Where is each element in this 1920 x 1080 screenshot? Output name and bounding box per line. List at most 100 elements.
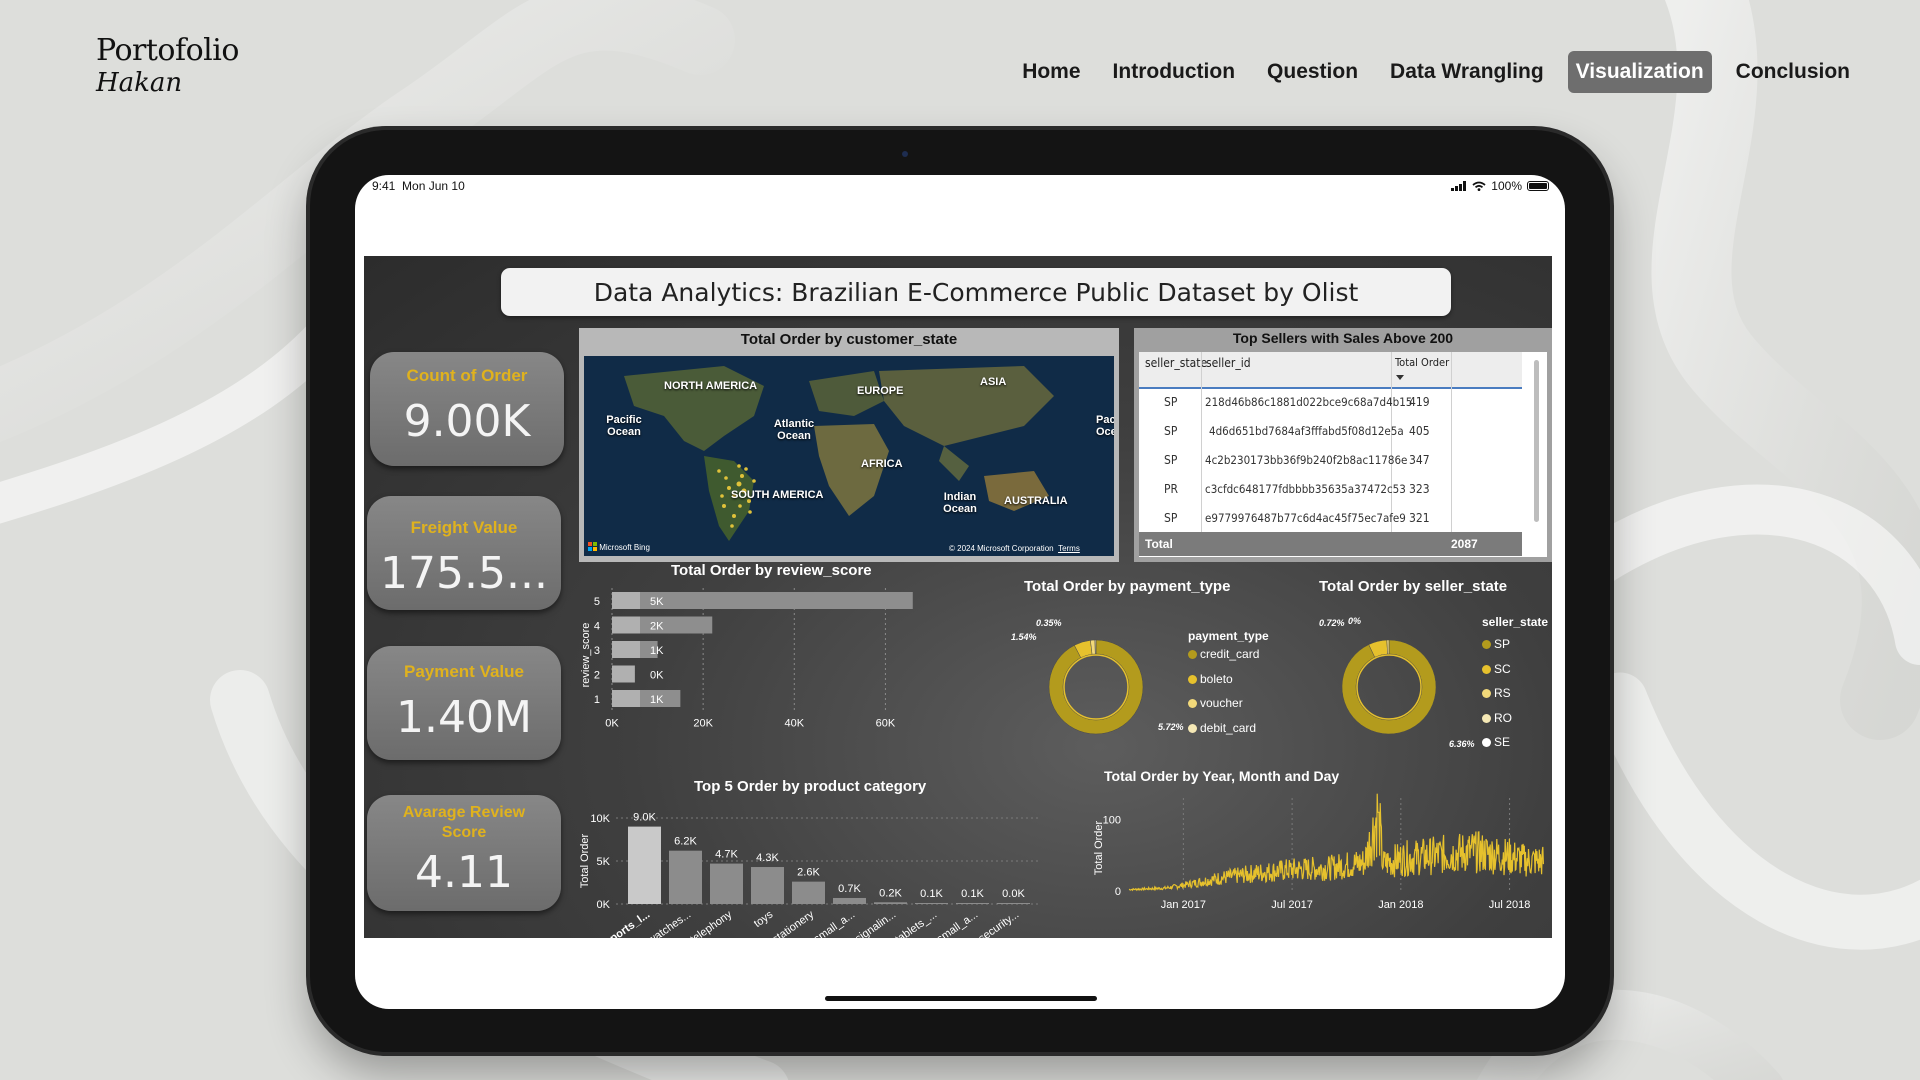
nav-visualization[interactable]: Visualization bbox=[1567, 51, 1712, 93]
cell-seller-id: c3cfdc648177fdbbbb35635a37472c53 bbox=[1205, 482, 1406, 496]
microsoft-logo-icon bbox=[588, 542, 597, 551]
y-tick-label: 100 bbox=[1103, 814, 1121, 826]
tablet-screen: 9:41 Mon Jun 10 100% Data Analytics: Bra… bbox=[355, 175, 1565, 1009]
donut-inner-ring bbox=[1063, 654, 1129, 720]
legend-item[interactable]: SE bbox=[1482, 735, 1510, 749]
nav-question[interactable]: Question bbox=[1259, 51, 1366, 93]
map-visual[interactable]: Total Order by customer_state NORTH AMER… bbox=[579, 328, 1119, 562]
review-bar-highlight bbox=[612, 616, 640, 634]
map-label-north-america: NORTH AMERICA bbox=[664, 380, 758, 392]
kpi-label: Avarage Review Score bbox=[402, 804, 526, 841]
category-bar bbox=[751, 867, 784, 904]
legend-marker-icon bbox=[1188, 674, 1197, 684]
kpi-freight-value[interactable]: Freight Value 175.5... bbox=[367, 496, 561, 610]
bing-label: Microsoft Bing bbox=[599, 543, 650, 552]
y-tick-label: 5K bbox=[597, 856, 611, 868]
review-bar-highlight bbox=[612, 665, 635, 683]
donut-slice bbox=[1386, 639, 1390, 655]
dashboard-canvas: Data Analytics: Brazilian E-Commerce Pub… bbox=[364, 256, 1552, 938]
legend-item[interactable]: SC bbox=[1482, 662, 1511, 676]
data-label: 2K bbox=[650, 621, 664, 633]
battery-percent: 100% bbox=[1491, 179, 1522, 193]
cell-state: PR bbox=[1164, 482, 1179, 496]
home-indicator[interactable] bbox=[825, 996, 1097, 1001]
sort-desc-icon[interactable] bbox=[1396, 375, 1404, 381]
column-divider bbox=[1201, 352, 1202, 556]
main-nav: Home Introduction Question Data Wranglin… bbox=[1014, 51, 1858, 93]
data-label: 0.2K bbox=[879, 887, 902, 899]
status-indicators: 100% bbox=[1451, 179, 1549, 193]
col-total-order[interactable]: Total Order bbox=[1395, 356, 1449, 369]
seller-chart-title: Total Order by seller_state bbox=[1319, 578, 1508, 595]
world-map[interactable]: NORTH AMERICA EUROPE ASIA AFRICA SOUTH A… bbox=[584, 356, 1114, 556]
payment-pct-label: 1.54% bbox=[1011, 632, 1037, 642]
legend-marker-icon bbox=[1482, 738, 1491, 747]
kpi-avarage-review-score[interactable]: Avarage Review Score 4.11 bbox=[367, 795, 561, 911]
bing-logo: Microsoft Bing bbox=[588, 542, 650, 552]
review-score-chart[interactable]: 0K 20K 40K 60K5 5K4 2K3 1K2 0K1 1Kreview_score bbox=[576, 580, 946, 730]
kpi-label: Payment Value bbox=[403, 662, 524, 681]
y-tick-label: 0K bbox=[597, 899, 611, 911]
legend-label: voucher bbox=[1200, 696, 1243, 710]
col-seller-state[interactable]: seller_state bbox=[1145, 356, 1207, 370]
y-tick-label: 3 bbox=[594, 645, 600, 657]
data-label: 0.0K bbox=[1002, 888, 1025, 900]
x-tick-label: 60K bbox=[876, 718, 896, 730]
legend-label: boleto bbox=[1200, 671, 1233, 686]
legend-label: SP bbox=[1494, 637, 1511, 651]
legend-marker-icon bbox=[1482, 713, 1491, 723]
y-tick-label: 5 bbox=[594, 596, 600, 608]
kpi-count-of-order[interactable]: Count of Order 9.00K bbox=[370, 352, 564, 466]
nav-conclusion[interactable]: Conclusion bbox=[1728, 51, 1858, 93]
legend-label: RS bbox=[1494, 686, 1511, 700]
brand-logo[interactable]: Portofolio Hakan bbox=[96, 36, 239, 97]
legend-item[interactable]: debit_card bbox=[1188, 721, 1256, 735]
legend-item[interactable]: credit_card bbox=[1188, 647, 1259, 661]
map-copyright: © 2024 Microsoft Corporation bbox=[949, 544, 1054, 553]
x-tick-label: security... bbox=[976, 909, 1021, 938]
cell-total: 347 bbox=[1409, 453, 1430, 467]
payment-legend-title: payment_type bbox=[1188, 629, 1269, 643]
map-label-europe: EUROPE bbox=[857, 385, 904, 397]
map-terms-link[interactable]: Terms bbox=[1058, 544, 1080, 553]
category-bar bbox=[956, 903, 989, 904]
legend-item[interactable]: SP bbox=[1482, 637, 1510, 651]
x-tick-label: signalin... bbox=[853, 909, 898, 938]
cell-state: SP bbox=[1164, 453, 1178, 467]
legend-marker-icon bbox=[1188, 723, 1197, 733]
seller-pct-label: 0.72% bbox=[1319, 618, 1345, 628]
data-label: 1K bbox=[650, 694, 664, 706]
legend-item[interactable]: RO bbox=[1482, 711, 1512, 725]
camera-icon bbox=[902, 151, 908, 157]
legend-item[interactable]: voucher bbox=[1188, 696, 1243, 710]
top-sellers-table-visual[interactable]: Top Sellers with Sales Above 200 seller_… bbox=[1134, 328, 1552, 562]
data-label: 6.2K bbox=[674, 836, 697, 848]
payment-type-donut[interactable] bbox=[1038, 629, 1154, 745]
legend-item[interactable]: boleto bbox=[1188, 672, 1233, 686]
cell-total: 323 bbox=[1409, 482, 1430, 496]
legend-item[interactable]: RS bbox=[1482, 686, 1511, 700]
timeline-chart[interactable]: Jan 2017 Jul 2017 Jan 2018 Jul 2018 0 100Tota… bbox=[1094, 786, 1552, 938]
table-scrollbar[interactable] bbox=[1534, 360, 1539, 522]
cell-total: 405 bbox=[1409, 424, 1430, 438]
total-label: Total bbox=[1145, 537, 1173, 551]
y-axis-title: Total Order bbox=[579, 833, 591, 888]
table-header: seller_state seller_id Total Order bbox=[1139, 352, 1522, 389]
kpi-label: Count of Order bbox=[406, 366, 528, 385]
map-label-atlantic: Atlantic Ocean bbox=[773, 418, 815, 442]
legend-label: debit_card bbox=[1200, 720, 1257, 735]
legend-label: RO bbox=[1494, 710, 1512, 725]
col-seller-id[interactable]: seller_id bbox=[1206, 356, 1251, 370]
seller-state-donut[interactable] bbox=[1331, 629, 1447, 745]
product-category-chart[interactable]: 0K 5K 10K 9.0K sports_l... 6.2K watches... 4.7K… bbox=[576, 796, 1046, 938]
nav-data-wrangling[interactable]: Data Wrangling bbox=[1382, 51, 1552, 93]
x-tick-label: telephony bbox=[688, 908, 734, 938]
nav-introduction[interactable]: Introduction bbox=[1105, 51, 1243, 93]
data-label: 9.0K bbox=[633, 812, 656, 824]
kpi-payment-value[interactable]: Payment Value 1.40M bbox=[367, 646, 561, 760]
x-tick-label: small_a... bbox=[812, 909, 857, 938]
x-tick-label: watches... bbox=[645, 909, 693, 938]
x-tick-label: 0K bbox=[605, 718, 619, 730]
category-bar bbox=[874, 902, 907, 904]
nav-home[interactable]: Home bbox=[1014, 51, 1088, 93]
